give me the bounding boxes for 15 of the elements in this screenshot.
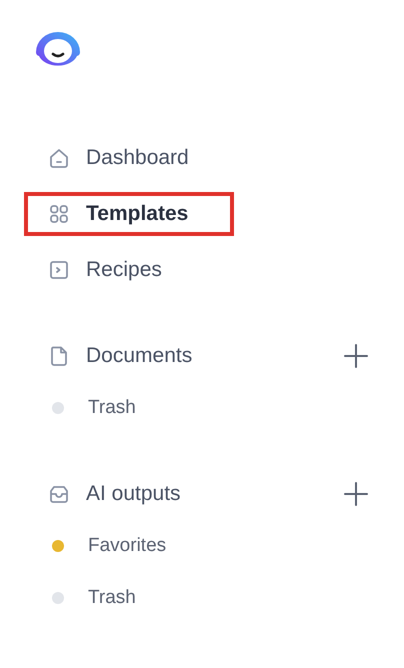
folder-link[interactable]: Favorites: [88, 535, 166, 557]
folder-link[interactable]: Trash: [88, 397, 136, 419]
nav-item[interactable]: Templates: [24, 192, 234, 236]
section-title[interactable]: Documents: [86, 344, 342, 368]
inbox-icon: [48, 483, 70, 505]
document-icon: [48, 345, 70, 367]
section-title[interactable]: AI outputs: [86, 482, 342, 506]
house-icon: [48, 147, 70, 169]
nav-item[interactable]: Dashboard: [24, 136, 234, 180]
folder-link[interactable]: Trash: [88, 587, 136, 609]
terminal-icon: [48, 259, 70, 281]
nav-item[interactable]: Recipes: [24, 248, 234, 292]
grid-icon: [48, 203, 70, 225]
add-icon[interactable]: [342, 342, 370, 370]
add-icon[interactable]: [342, 480, 370, 508]
